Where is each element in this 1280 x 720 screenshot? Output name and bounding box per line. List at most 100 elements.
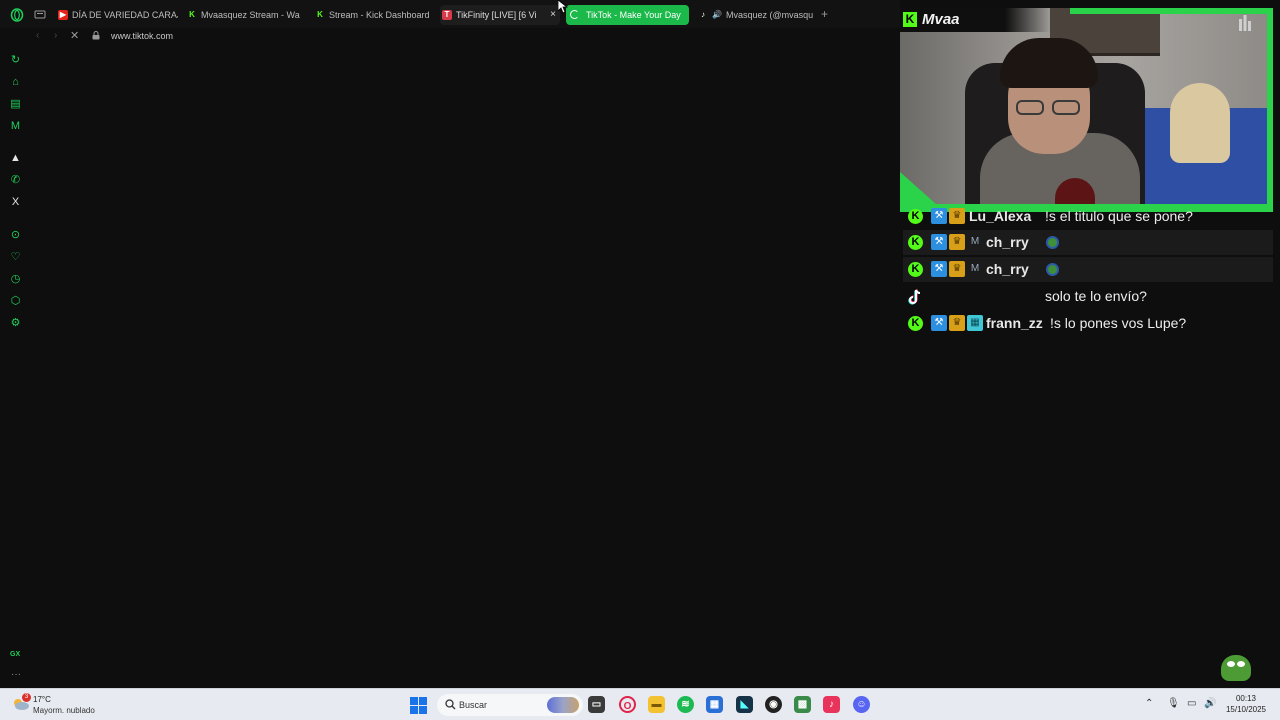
clock-time[interactable]: 00:13 (1222, 694, 1270, 703)
chat-message: K ⚒ ♛ M ch_rry (903, 257, 1273, 282)
pickaxe-badge-icon: ⚒ (931, 315, 947, 331)
settings-icon[interactable]: ⚙ (9, 317, 22, 330)
tab-kick-stream-watch[interactable]: K Mvaasquez Stream - Wat (185, 5, 300, 25)
tab-label: TikFinity [LIVE] [6 Vi (456, 10, 537, 20)
tab-label: Mvasquez (@mvasqu (726, 10, 814, 20)
tiktok-icon: ♪ (701, 10, 705, 19)
tiktok-icon (908, 289, 921, 305)
search-placeholder: Buscar (459, 700, 488, 710)
url-input[interactable]: www.tiktok.com (111, 31, 173, 41)
chat-message: K ⚒ ♛ ▦ frann_zz !s lo pones vos Lupe? (903, 311, 1273, 336)
weather-temperature[interactable]: 17°C (33, 695, 51, 704)
history-icon[interactable]: ◷ (9, 273, 22, 286)
browser-sidebar: ↻ ⌂ ▤ M ▲ ✆ X ⊙ ♡ ◷ ⬡ ⚙ (0, 46, 30, 688)
crown-badge-icon: ♛ (949, 234, 965, 250)
pickaxe-badge-icon: ⚒ (931, 208, 947, 224)
tray-overflow-icon[interactable]: ⌃ (1145, 698, 1153, 709)
forward-button[interactable]: › (54, 30, 57, 41)
pickaxe-badge-icon: ⚒ (931, 234, 947, 250)
chat-username: ch_rry (986, 261, 1029, 277)
tab-tiktok-profile[interactable]: ♪ 🔊 Mvasquez (@mvasqu (696, 5, 816, 25)
chat-message: K ⚒ ♛ Lu_Alexa !s el titulo que se pone? (903, 204, 1273, 229)
address-bar: ‹ › ✕ www.tiktok.com (30, 28, 900, 46)
opera-gx-logo-icon[interactable] (10, 8, 24, 22)
mod-badge-icon: M (970, 236, 980, 247)
opera-gx-icon[interactable]: O (619, 696, 636, 713)
network-icon[interactable]: ▭ (1187, 698, 1196, 709)
windows-start-button[interactable] (410, 697, 427, 714)
loading-spinner-icon (570, 10, 579, 19)
sub-badge-icon: ▦ (967, 315, 983, 331)
emote-icon (1046, 236, 1059, 249)
whatsapp-icon[interactable]: ✆ (9, 174, 22, 187)
tiktok-icon[interactable]: ♪ (823, 696, 840, 713)
webcam-feed (900, 8, 1273, 212)
spotify-icon[interactable]: ≋ (677, 696, 694, 713)
back-button[interactable]: ‹ (36, 30, 39, 41)
tab-close-button[interactable]: × (550, 5, 556, 25)
play-icon[interactable]: ⊙ (9, 229, 22, 242)
tab-kick-dashboard[interactable]: K Stream - Kick Dashboard (313, 5, 431, 25)
plush-toy (1170, 83, 1230, 163)
gallery-icon[interactable]: ▩ (794, 696, 811, 713)
new-tab-button[interactable]: + (821, 8, 828, 20)
workspaces-icon[interactable] (33, 8, 47, 22)
notification-badge: 3 (22, 693, 31, 702)
arrow-icon[interactable]: ▲ (9, 152, 22, 165)
emote-icon (1046, 263, 1059, 276)
cam-streamer-name: Mvaa (922, 11, 960, 28)
speaker-icon: 🔊 (712, 10, 722, 19)
crown-badge-icon: ♛ (949, 315, 965, 331)
youtube-icon: ▶ (58, 10, 68, 20)
lock-icon[interactable] (92, 31, 100, 40)
search-icon (445, 699, 456, 710)
kick-icon: K (189, 10, 195, 19)
tab-tiktok-active[interactable]: TikTok - Make Your Day (566, 5, 689, 25)
mod-badge-icon: M (970, 263, 980, 274)
sidebar-more-button[interactable]: ··· (11, 670, 21, 680)
browser-tab-strip: ▶ DÍA DE VARIEDAD CARAJ K Mvaasquez Stre… (0, 0, 900, 28)
x-twitter-icon[interactable]: X (9, 196, 22, 209)
kick-logo-icon: K (903, 12, 917, 27)
file-explorer-icon[interactable]: ▬ (648, 696, 665, 713)
crown-badge-icon: ♛ (949, 261, 965, 277)
bag-icon[interactable]: ⌂ (9, 76, 22, 89)
tab-tikfinity[interactable]: T TikFinity [LIVE] [6 Vi × (440, 5, 560, 25)
tab-label: DÍA DE VARIEDAD CARAJ (72, 10, 178, 20)
kick-chat-icon: K (908, 262, 923, 277)
taskbar-search[interactable]: Buscar (437, 694, 583, 716)
puzzle-icon[interactable]: ▤ (9, 98, 22, 111)
task-view-icon[interactable]: ▭ (588, 696, 605, 713)
tab-youtube-variety[interactable]: ▶ DÍA DE VARIEDAD CARAJ (56, 5, 178, 25)
gx-logo[interactable]: GX (10, 651, 20, 658)
mail-icon[interactable]: M (9, 120, 22, 133)
chat-username: frann_zz (986, 315, 1043, 331)
pickaxe-badge-icon: ⚒ (931, 261, 947, 277)
chat-message: K ⚒ ♛ M ch_rry (903, 230, 1273, 255)
volume-icon[interactable]: 🔊 (1204, 698, 1216, 709)
discord-icon[interactable]: ☺ (853, 696, 870, 713)
microphone-icon[interactable]: 🎙 (1167, 698, 1180, 709)
crown-badge-icon: ♛ (949, 208, 965, 224)
tab-label: Mvaasquez Stream - Wat (201, 10, 300, 20)
obs-icon[interactable]: ◉ (765, 696, 782, 713)
stop-loading-button[interactable]: ✕ (70, 29, 79, 42)
clock-date[interactable]: 15/10/2025 (1222, 705, 1270, 714)
cube-icon[interactable]: ⬡ (9, 295, 22, 308)
store-icon[interactable]: ▦ (706, 696, 723, 713)
heart-icon[interactable]: ♡ (9, 251, 22, 264)
tab-label: Stream - Kick Dashboard (329, 10, 430, 20)
kick-icon: K (317, 10, 323, 19)
weather-description[interactable]: Mayorm. nublado (33, 706, 95, 715)
kick-chat-icon: K (908, 235, 923, 250)
chat-text: !s el titulo que se pone? (1045, 208, 1193, 224)
glasses (1016, 100, 1082, 116)
refresh-icon[interactable]: ↻ (9, 54, 22, 67)
cam-frame (1267, 8, 1273, 212)
tab-label: TikTok - Make Your Day (586, 10, 681, 20)
search-highlight-image (547, 697, 579, 713)
tikfinity-icon: T (442, 10, 452, 20)
capcut-icon[interactable]: ◣ (736, 696, 753, 713)
mouse-cursor-icon (558, 0, 568, 14)
chat-text: !s lo pones vos Lupe? (1050, 315, 1187, 331)
